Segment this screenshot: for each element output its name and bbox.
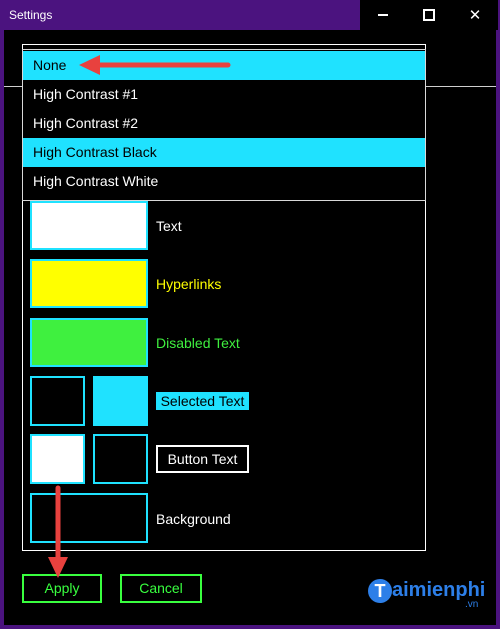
close-icon: ✕ xyxy=(468,6,482,24)
text-color-swatch[interactable] xyxy=(30,201,148,250)
theme-option-high-contrast-black[interactable]: High Contrast Black xyxy=(23,138,425,167)
hyperlinks-label: Hyperlinks xyxy=(156,276,222,292)
title-bar: Settings ✕ xyxy=(0,0,500,30)
theme-option-high-contrast-white[interactable]: High Contrast White xyxy=(23,167,425,196)
theme-option-high-contrast-2[interactable]: High Contrast #2 xyxy=(23,109,425,138)
maximize-button[interactable] xyxy=(406,0,452,30)
disabled-text-color-swatch[interactable] xyxy=(30,318,148,367)
button-text-label: Button Text xyxy=(156,445,249,473)
apply-button[interactable]: Apply xyxy=(22,574,102,603)
minimize-button[interactable] xyxy=(360,0,406,30)
logo-icon: T xyxy=(368,579,392,603)
button-bg-color-swatch[interactable] xyxy=(30,434,85,484)
hyperlinks-color-swatch[interactable] xyxy=(30,259,148,308)
maximize-icon xyxy=(423,9,435,21)
cancel-button[interactable]: Cancel xyxy=(120,574,202,603)
theme-option-high-contrast-1[interactable]: High Contrast #1 xyxy=(23,80,425,109)
button-fg-color-swatch[interactable] xyxy=(93,434,148,484)
background-color-swatch[interactable] xyxy=(30,493,148,543)
selected-fg-color-swatch[interactable] xyxy=(93,376,148,426)
text-label: Text xyxy=(156,218,182,234)
theme-dropdown-list[interactable]: None High Contrast #1 High Contrast #2 H… xyxy=(22,49,426,201)
close-button[interactable]: ✕ xyxy=(452,0,498,30)
selected-bg-color-swatch[interactable] xyxy=(30,376,85,426)
window-title: Settings xyxy=(9,8,53,22)
background-label: Background xyxy=(156,511,231,527)
disabled-text-label: Disabled Text xyxy=(156,335,240,351)
watermark-logo: T aimienphi .vn xyxy=(368,577,498,610)
minimize-icon xyxy=(378,14,388,16)
theme-option-none[interactable]: None xyxy=(23,51,425,80)
logo-suffix: .vn xyxy=(465,599,479,610)
selected-text-label: Selected Text xyxy=(156,392,249,410)
